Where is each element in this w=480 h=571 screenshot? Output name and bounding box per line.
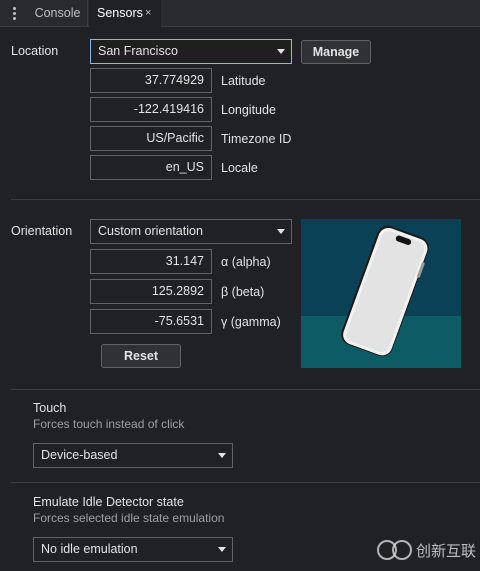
gamma-input[interactable]: -75.6531 bbox=[90, 309, 212, 334]
chevron-down-icon bbox=[218, 453, 226, 458]
chevron-down-icon bbox=[218, 547, 226, 552]
manage-button[interactable]: Manage bbox=[301, 40, 371, 64]
tab-bar: Console Sensors × bbox=[0, 0, 480, 28]
location-select[interactable]: San Francisco bbox=[90, 39, 292, 64]
close-icon[interactable]: × bbox=[145, 0, 151, 27]
section-divider bbox=[11, 482, 480, 483]
touch-title: Touch bbox=[33, 401, 67, 415]
orientation-label: Orientation bbox=[11, 224, 73, 238]
locale-input[interactable]: en_US bbox=[90, 155, 212, 180]
orientation-select[interactable]: Custom orientation bbox=[90, 219, 292, 244]
tab-sensors[interactable]: Sensors × bbox=[89, 0, 161, 28]
chevron-down-icon bbox=[277, 229, 285, 234]
latitude-input[interactable]: 37.774929 bbox=[90, 68, 212, 93]
phone-preview-svg bbox=[301, 219, 461, 368]
timezone-label: Timezone ID bbox=[221, 132, 292, 146]
chevron-down-icon bbox=[277, 49, 285, 54]
gamma-label: γ (gamma) bbox=[221, 315, 281, 329]
beta-label: β (beta) bbox=[221, 285, 265, 299]
idle-title: Emulate Idle Detector state bbox=[33, 495, 184, 509]
location-select-value: San Francisco bbox=[98, 44, 178, 58]
tab-sensors-label: Sensors bbox=[97, 6, 143, 20]
touch-select-value: Device-based bbox=[41, 448, 118, 462]
svg-text:创新互联: 创新互联 bbox=[416, 542, 476, 560]
tab-console[interactable]: Console bbox=[28, 0, 88, 27]
idle-select[interactable]: No idle emulation bbox=[33, 537, 233, 562]
alpha-input[interactable]: 31.147 bbox=[90, 249, 212, 274]
watermark-logo: 创新互联 bbox=[376, 532, 480, 568]
alpha-label: α (alpha) bbox=[221, 255, 271, 269]
longitude-input[interactable]: -122.419416 bbox=[90, 97, 212, 122]
idle-subtitle: Forces selected idle state emulation bbox=[33, 511, 225, 525]
orientation-select-value: Custom orientation bbox=[98, 224, 203, 238]
section-divider bbox=[11, 389, 480, 390]
section-divider bbox=[11, 199, 480, 200]
longitude-label: Longitude bbox=[221, 103, 276, 117]
orientation-preview[interactable] bbox=[301, 219, 461, 368]
locale-label: Locale bbox=[221, 161, 258, 175]
kebab-menu-icon[interactable] bbox=[7, 6, 21, 22]
touch-select[interactable]: Device-based bbox=[33, 443, 233, 468]
location-label: Location bbox=[11, 44, 59, 58]
latitude-label: Latitude bbox=[221, 74, 266, 88]
touch-subtitle: Forces touch instead of click bbox=[33, 417, 185, 431]
reset-button[interactable]: Reset bbox=[101, 344, 181, 368]
timezone-input[interactable]: US/Pacific bbox=[90, 126, 212, 151]
idle-select-value: No idle emulation bbox=[41, 542, 138, 556]
beta-input[interactable]: 125.2892 bbox=[90, 279, 212, 304]
